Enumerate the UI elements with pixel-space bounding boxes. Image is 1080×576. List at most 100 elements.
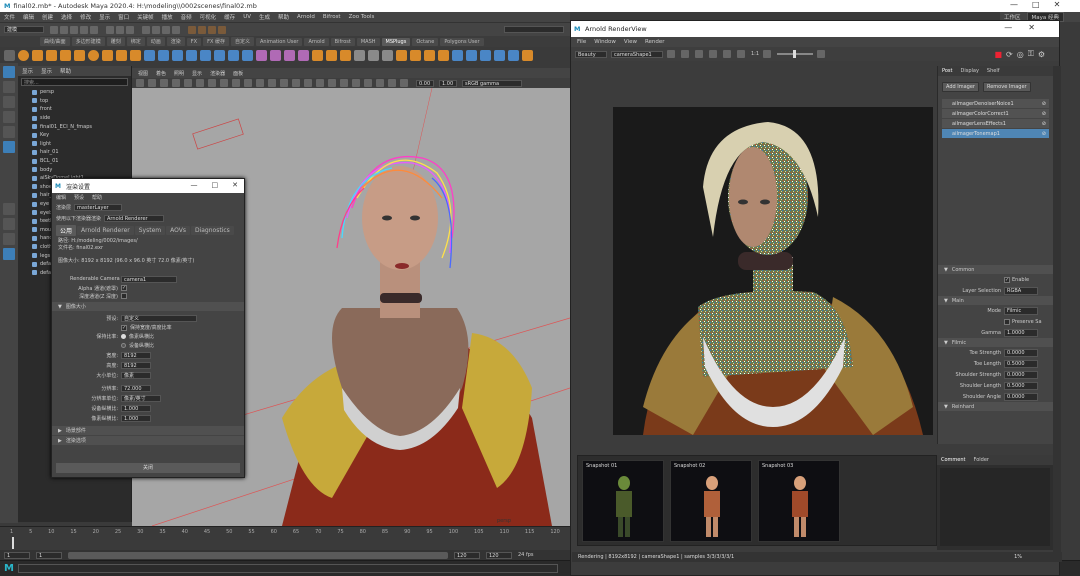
shelf-tab[interactable]: MSPlugs bbox=[381, 37, 411, 46]
toe-strength-field[interactable]: 0.0000 bbox=[1004, 348, 1038, 357]
multi-cut-icon[interactable] bbox=[256, 49, 267, 61]
comment-textarea[interactable] bbox=[940, 468, 1050, 546]
display-layer-icon[interactable] bbox=[480, 49, 491, 61]
tab-aovs[interactable]: AOVs bbox=[166, 226, 190, 235]
new-scene-icon[interactable] bbox=[50, 25, 58, 34]
dialog-menu-item[interactable]: 帮助 bbox=[92, 194, 102, 201]
tab-diagnostics[interactable]: Diagnostics bbox=[190, 226, 234, 235]
safe-action-icon[interactable] bbox=[244, 79, 252, 87]
tab-shelf[interactable]: Shelf bbox=[987, 68, 1000, 74]
outliner-menu[interactable]: 显示 bbox=[41, 67, 52, 75]
end-frame-field[interactable]: 120 bbox=[486, 551, 512, 559]
tab-arnold[interactable]: Arnold Renderer bbox=[77, 226, 134, 235]
mode-dropdown[interactable]: Filmic bbox=[1004, 306, 1038, 315]
exposure-slider[interactable] bbox=[777, 50, 814, 58]
image-plane-icon[interactable] bbox=[172, 79, 180, 87]
imager-item[interactable]: aiImagerLensEffects1 ⊘ bbox=[942, 119, 1049, 128]
region-icon[interactable] bbox=[723, 50, 731, 58]
width-field[interactable]: 8192 bbox=[121, 351, 151, 359]
last-tool-icon[interactable] bbox=[3, 203, 15, 215]
open-scene-icon[interactable] bbox=[60, 25, 68, 34]
render-settings-icon[interactable] bbox=[208, 25, 216, 34]
unit-dropdown[interactable]: 像素 bbox=[121, 371, 151, 379]
snapshot-thumb[interactable]: Snapshot 01 bbox=[582, 460, 664, 542]
minimize-button[interactable]: — bbox=[1010, 0, 1018, 9]
rv-menu-item[interactable]: File bbox=[577, 39, 586, 45]
sculpt-icon[interactable] bbox=[354, 49, 365, 61]
imager-item[interactable]: aiImagerColorCorrect1 ⊘ bbox=[942, 109, 1049, 118]
maximize-button[interactable]: □ bbox=[1032, 0, 1040, 9]
alpha-checkbox[interactable]: ✓ bbox=[121, 285, 127, 291]
layer-dropdown[interactable]: masterLayer bbox=[74, 204, 123, 211]
camera-dropdown[interactable]: cameraShape1 bbox=[611, 50, 663, 58]
dialog-close-button[interactable]: 关闭 bbox=[56, 463, 240, 473]
combine-icon[interactable] bbox=[144, 49, 155, 61]
preserve-checkbox[interactable] bbox=[1004, 318, 1010, 325]
shelf-tab[interactable]: 绑定 bbox=[126, 37, 145, 46]
anti-alias-icon[interactable] bbox=[352, 79, 360, 87]
layer-selection-field[interactable]: RGBA bbox=[1004, 286, 1038, 295]
uv-editor-icon[interactable] bbox=[326, 49, 337, 61]
alpha-channel-icon[interactable] bbox=[681, 50, 689, 58]
smooth-icon[interactable] bbox=[172, 49, 183, 61]
tab-post[interactable]: Post bbox=[942, 68, 952, 74]
outliner-item[interactable]: Key bbox=[18, 131, 131, 140]
camera-dropdown[interactable]: camera1 bbox=[121, 275, 177, 283]
menu-item[interactable]: 窗口 bbox=[118, 13, 129, 21]
ipr-icon[interactable]: ◎ bbox=[1017, 50, 1024, 59]
section-main[interactable]: ▼ Main bbox=[938, 296, 1053, 305]
move-tool-icon[interactable] bbox=[3, 111, 15, 123]
redo-icon[interactable] bbox=[90, 25, 98, 34]
menu-item[interactable]: 关键帧 bbox=[137, 13, 154, 21]
grid-icon[interactable] bbox=[184, 79, 192, 87]
shelf-tab[interactable]: 动画 bbox=[146, 37, 165, 46]
settings-icon[interactable]: ⚙ bbox=[1038, 50, 1045, 59]
playhead[interactable] bbox=[12, 537, 14, 549]
close-button[interactable]: ✕ bbox=[1028, 23, 1035, 32]
res-unit-dropdown[interactable]: 像素/英寸 bbox=[121, 394, 161, 402]
camera-attr-icon[interactable] bbox=[148, 79, 156, 87]
section-common[interactable]: ▼ Common bbox=[938, 265, 1053, 274]
viewport-menu-item[interactable]: 视图 bbox=[138, 70, 148, 77]
fill-hole-icon[interactable] bbox=[242, 49, 253, 61]
menu-item[interactable]: Zoo Tools bbox=[349, 14, 375, 20]
minimize-button[interactable]: — bbox=[191, 181, 198, 189]
section-filmic[interactable]: ▼ Filmic bbox=[938, 338, 1053, 347]
outliner-item[interactable]: front bbox=[18, 105, 131, 114]
xray-icon[interactable] bbox=[376, 79, 384, 87]
outliner-item[interactable]: body bbox=[18, 165, 131, 174]
gear-icon[interactable] bbox=[4, 49, 15, 61]
viewport-menu-item[interactable]: 着色 bbox=[156, 70, 166, 77]
paint-select-icon[interactable] bbox=[3, 96, 15, 108]
outliner-menu[interactable]: 显示 bbox=[22, 67, 33, 75]
snap-point-icon[interactable] bbox=[162, 25, 170, 34]
xray-joints-icon[interactable] bbox=[388, 79, 396, 87]
fit-icon[interactable] bbox=[695, 50, 703, 58]
section-image-size[interactable]: ▼ 图像大小 bbox=[52, 302, 244, 311]
parent-icon[interactable] bbox=[466, 49, 477, 61]
exposure-icon[interactable] bbox=[763, 50, 772, 58]
cube-icon[interactable] bbox=[32, 49, 43, 61]
close-button[interactable]: ✕ bbox=[1054, 0, 1061, 9]
bookmark-icon[interactable] bbox=[160, 79, 168, 87]
menu-item[interactable]: 修改 bbox=[80, 13, 91, 21]
hypershade-icon[interactable] bbox=[508, 49, 519, 61]
render-canvas[interactable] bbox=[613, 107, 933, 435]
device-aspect-radio[interactable] bbox=[121, 343, 126, 348]
edge-loop-icon[interactable] bbox=[284, 49, 295, 61]
maintain-ratio-checkbox[interactable]: ✓ bbox=[121, 324, 127, 331]
height-field[interactable]: 8192 bbox=[121, 361, 151, 369]
outliner-menu[interactable]: 帮助 bbox=[60, 67, 71, 75]
select-tool-icon[interactable] bbox=[3, 66, 15, 78]
imager-item[interactable]: aiImagerTonemap1 ⊘ bbox=[942, 129, 1049, 138]
lights-icon[interactable] bbox=[304, 79, 312, 87]
torus-icon[interactable] bbox=[88, 49, 99, 61]
bevel-icon[interactable] bbox=[214, 49, 225, 61]
center-pivot-icon[interactable] bbox=[438, 49, 449, 61]
shelf-tab[interactable]: 自定义 bbox=[230, 37, 254, 46]
shelf-tab[interactable]: 多边形建模 bbox=[71, 37, 105, 46]
menu-item[interactable]: 文件 bbox=[4, 13, 15, 21]
outliner-item[interactable]: final01_ECI_N_fmaps bbox=[18, 122, 131, 131]
display-settings-icon[interactable] bbox=[737, 50, 745, 58]
add-imager-button[interactable]: Add Imager bbox=[942, 82, 979, 92]
